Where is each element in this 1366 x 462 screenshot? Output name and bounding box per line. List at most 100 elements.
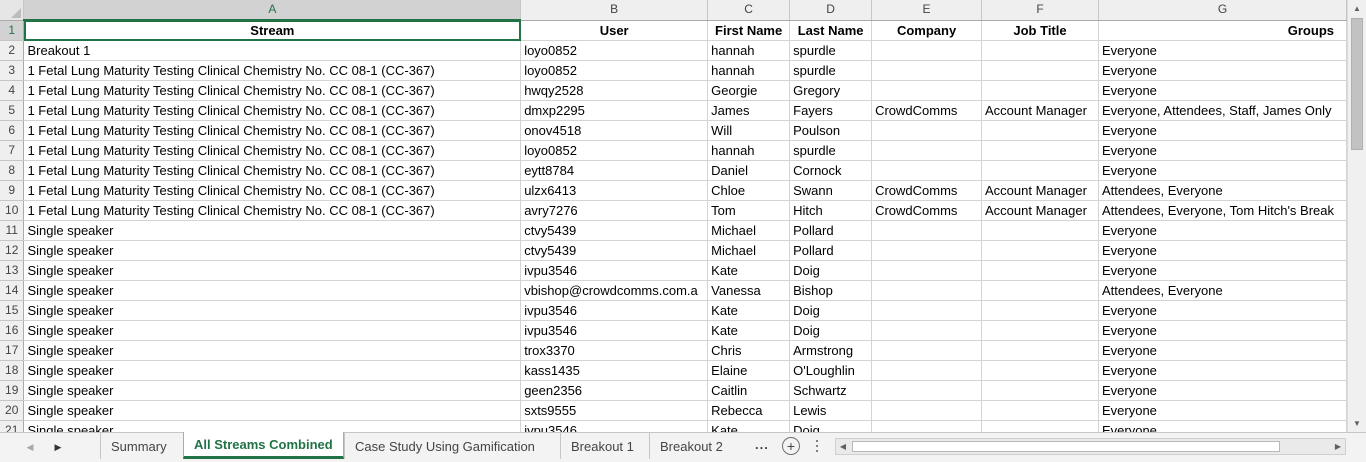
sheet-tab-breakout-1[interactable]: Breakout 1 (560, 433, 644, 459)
cell-d15[interactable]: Doig (789, 300, 873, 321)
cell-d14[interactable]: Bishop (789, 280, 873, 301)
cell-b17[interactable]: trox3370 (520, 340, 709, 361)
cell-f10[interactable]: Account Manager (981, 200, 1099, 221)
cell-b4[interactable]: hwqy2528 (520, 80, 709, 101)
cell-a7[interactable]: 1 Fetal Lung Maturity Testing Clinical C… (23, 140, 522, 161)
cell-f3[interactable] (981, 60, 1099, 81)
cell-e2[interactable] (871, 40, 983, 61)
row-header[interactable]: 8 (0, 160, 25, 181)
column-header-b[interactable]: B (520, 0, 709, 21)
row-header[interactable]: 1 (0, 20, 25, 41)
cell-d1[interactable]: Last Name (789, 20, 873, 41)
cell-g17[interactable]: Everyone (1098, 340, 1347, 361)
add-sheet-icon[interactable]: + (782, 437, 800, 455)
cell-c15[interactable]: Kate (707, 300, 791, 321)
vertical-scrollbar[interactable]: ▲ ▼ (1347, 0, 1366, 432)
cell-g13[interactable]: Everyone (1098, 260, 1347, 281)
cell-g7[interactable]: Everyone (1098, 140, 1347, 161)
cell-e14[interactable] (871, 280, 983, 301)
cell-d2[interactable]: spurdle (789, 40, 873, 61)
cell-a2[interactable]: Breakout 1 (23, 40, 522, 61)
cell-c19[interactable]: Caitlin (707, 380, 791, 401)
cell-a1[interactable]: Stream (23, 20, 522, 41)
cell-a16[interactable]: Single speaker (23, 320, 522, 341)
cell-f1[interactable]: Job Title (981, 20, 1099, 41)
row-header[interactable]: 2 (0, 40, 25, 61)
cell-c17[interactable]: Chris (707, 340, 791, 361)
row-header[interactable]: 13 (0, 260, 25, 281)
cell-f14[interactable] (981, 280, 1099, 301)
cell-c2[interactable]: hannah (707, 40, 791, 61)
cell-g18[interactable]: Everyone (1098, 360, 1347, 381)
cell-b16[interactable]: ivpu3546 (520, 320, 709, 341)
cell-g10[interactable]: Attendees, Everyone, Tom Hitch's Break (1098, 200, 1347, 221)
cell-b3[interactable]: loyo0852 (520, 60, 709, 81)
cell-c14[interactable]: Vanessa (707, 280, 791, 301)
cell-d17[interactable]: Armstrong (789, 340, 873, 361)
cell-d16[interactable]: Doig (789, 320, 873, 341)
cell-e21[interactable] (871, 420, 983, 432)
row-header[interactable]: 18 (0, 360, 25, 381)
cell-d18[interactable]: O'Loughlin (789, 360, 873, 381)
cell-c20[interactable]: Rebecca (707, 400, 791, 421)
cell-a4[interactable]: 1 Fetal Lung Maturity Testing Clinical C… (23, 80, 522, 101)
sheet-tab-all-streams-combined[interactable]: All Streams Combined (183, 432, 344, 459)
cell-c5[interactable]: James (707, 100, 791, 121)
cell-g3[interactable]: Everyone (1098, 60, 1347, 81)
row-header[interactable]: 11 (0, 220, 25, 241)
cell-d13[interactable]: Doig (789, 260, 873, 281)
cell-e3[interactable] (871, 60, 983, 81)
cell-d9[interactable]: Swann (789, 180, 873, 201)
cell-a11[interactable]: Single speaker (23, 220, 522, 241)
cell-b5[interactable]: dmxp2295 (520, 100, 709, 121)
cell-e10[interactable]: CrowdComms (871, 200, 983, 221)
cell-c18[interactable]: Elaine (707, 360, 791, 381)
cell-e7[interactable] (871, 140, 983, 161)
cell-b8[interactable]: eytt8784 (520, 160, 709, 181)
cell-f20[interactable] (981, 400, 1099, 421)
cell-e18[interactable] (871, 360, 983, 381)
cell-f5[interactable]: Account Manager (981, 100, 1099, 121)
row-header[interactable]: 20 (0, 400, 25, 421)
cell-g12[interactable]: Everyone (1098, 240, 1347, 261)
cell-b12[interactable]: ctvy5439 (520, 240, 709, 261)
cell-c10[interactable]: Tom (707, 200, 791, 221)
cell-g19[interactable]: Everyone (1098, 380, 1347, 401)
cell-e19[interactable] (871, 380, 983, 401)
cell-c9[interactable]: Chloe (707, 180, 791, 201)
column-header-c[interactable]: C (707, 0, 791, 21)
cell-a20[interactable]: Single speaker (23, 400, 522, 421)
cell-c6[interactable]: Will (707, 120, 791, 141)
column-header-a[interactable]: A (23, 0, 522, 21)
cell-b1[interactable]: User (520, 20, 709, 41)
column-header-d[interactable]: D (789, 0, 873, 21)
cell-g4[interactable]: Everyone (1098, 80, 1347, 101)
more-sheets-button[interactable]: ... (755, 437, 775, 452)
prev-sheet-arrow-icon[interactable]: ◀ (22, 438, 38, 456)
column-header-f[interactable]: F (981, 0, 1099, 21)
row-header[interactable]: 10 (0, 200, 25, 221)
cell-a18[interactable]: Single speaker (23, 360, 522, 381)
cell-e20[interactable] (871, 400, 983, 421)
cell-e17[interactable] (871, 340, 983, 361)
spreadsheet-grid[interactable]: ABCDEFG 1 Stream User First Name Last Name Co… (0, 0, 1347, 432)
cell-f7[interactable] (981, 140, 1099, 161)
row-header[interactable]: 12 (0, 240, 25, 261)
vertical-scroll-thumb[interactable] (1351, 18, 1363, 150)
cell-e1[interactable]: Company (871, 20, 983, 41)
row-header[interactable]: 4 (0, 80, 25, 101)
cell-a5[interactable]: 1 Fetal Lung Maturity Testing Clinical C… (23, 100, 522, 121)
cell-b11[interactable]: ctvy5439 (520, 220, 709, 241)
cell-f18[interactable] (981, 360, 1099, 381)
cell-g20[interactable]: Everyone (1098, 400, 1347, 421)
cell-b21[interactable]: ivpu3546 (520, 420, 709, 432)
cell-f2[interactable] (981, 40, 1099, 61)
row-header[interactable]: 17 (0, 340, 25, 361)
cell-e9[interactable]: CrowdComms (871, 180, 983, 201)
cell-d4[interactable]: Gregory (789, 80, 873, 101)
cell-c7[interactable]: hannah (707, 140, 791, 161)
cell-g11[interactable]: Everyone (1098, 220, 1347, 241)
select-all-corner[interactable] (0, 0, 25, 21)
sheet-tab-case-study-using-gamification[interactable]: Case Study Using Gamification (344, 433, 545, 459)
cell-b20[interactable]: sxts9555 (520, 400, 709, 421)
